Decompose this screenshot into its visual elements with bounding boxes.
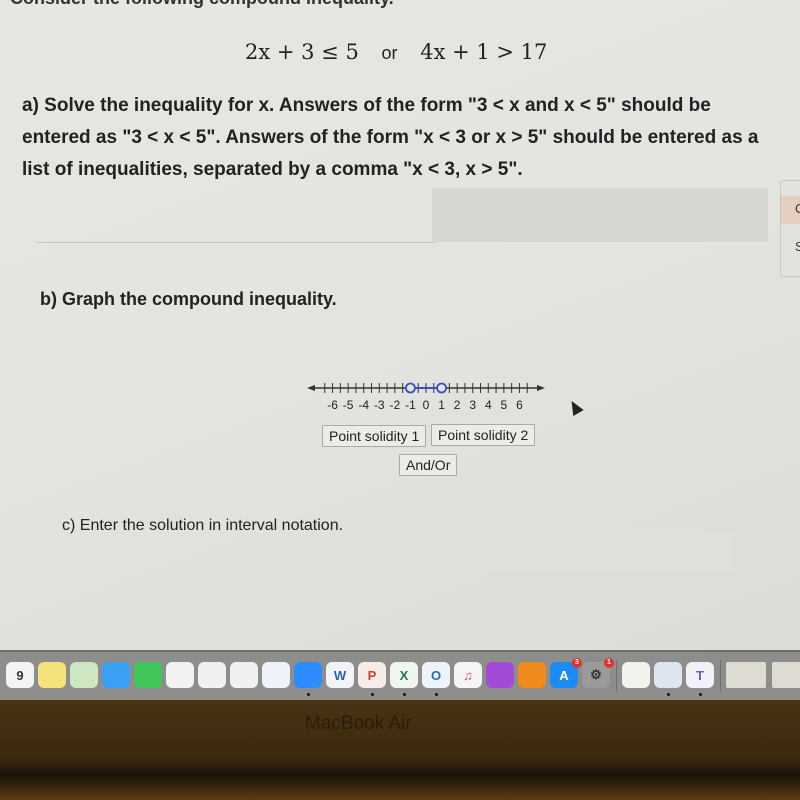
dock-calendar-icon[interactable]: 9 <box>6 662 34 688</box>
dock-separator <box>720 660 721 692</box>
notification-badge: 1 <box>604 658 614 668</box>
running-indicator <box>667 693 670 696</box>
and-or-button[interactable]: And/Or <box>399 454 458 476</box>
dock: 9 W P X O ♫ A 3 ⚙ 1 T <box>0 650 800 702</box>
part-c-answer-input[interactable] <box>395 530 735 572</box>
number-line[interactable]: -6 -5 -4 -3 -2 -1 0 1 2 3 4 5 6 <box>305 378 555 418</box>
dock-music-icon[interactable]: ♫ <box>454 662 482 688</box>
dock-teams-icon[interactable]: T <box>686 662 714 688</box>
side-panel-label-1: C <box>795 201 800 216</box>
dock-word-icon[interactable]: W <box>326 662 354 688</box>
inequality-left: 2x + 3 ≤ 5 <box>245 40 359 64</box>
number-line-tick-label: -6 <box>327 398 338 412</box>
laptop-brand-label: MacBook Air <box>305 713 412 734</box>
dock-keynote-icon[interactable] <box>262 662 290 688</box>
part-b-instructions: b) Graph the compound inequality. <box>40 289 337 309</box>
dock-facetime-icon[interactable] <box>134 662 162 688</box>
point-solidity-2-button[interactable]: Point solidity 2 <box>431 424 536 446</box>
point-solidity-1-button[interactable]: Point solidity 1 <box>322 425 427 447</box>
dock-window-thumb-2-icon[interactable] <box>772 662 800 688</box>
part-c-instructions: c) Enter the solution in interval notati… <box>62 517 344 534</box>
part-a-instructions: a) Solve the inequality for x. Answers o… <box>22 95 759 180</box>
running-indicator <box>371 693 374 696</box>
inequality-connector: or <box>381 43 398 63</box>
problem-intro: Consider the following compound inequali… <box>10 0 394 9</box>
number-line-tick-label: -1 <box>405 398 416 412</box>
dock-zoom-icon[interactable] <box>294 662 322 688</box>
number-line-tick-label: 0 <box>423 398 430 412</box>
number-line-tick-label: -2 <box>390 398 401 412</box>
dock-outlook-icon[interactable]: O <box>422 662 450 688</box>
dock-textedit-icon[interactable] <box>622 662 650 688</box>
number-line-tick-label: -4 <box>358 398 369 412</box>
running-indicator <box>403 693 406 696</box>
number-line-tick-label: 4 <box>485 398 492 412</box>
dock-books-icon[interactable] <box>518 662 546 688</box>
right-arrow-icon <box>537 385 545 391</box>
dock-excel-icon[interactable]: X <box>390 662 418 688</box>
dock-photos-icon[interactable] <box>166 662 194 688</box>
dock-maps-icon[interactable] <box>70 662 98 688</box>
running-indicator <box>699 693 702 696</box>
divider <box>36 242 436 243</box>
browser-screen: Consider the following compound inequali… <box>0 0 800 655</box>
left-arrow-icon <box>307 385 315 391</box>
dock-window-thumb-1-icon[interactable] <box>726 662 766 688</box>
notification-badge: 3 <box>572 658 582 668</box>
number-line-tick-label: -5 <box>343 398 354 412</box>
part-a-answer-input[interactable] <box>432 188 768 242</box>
dock-notes-icon[interactable] <box>38 662 66 688</box>
dock-app-store-icon[interactable]: A3 <box>550 658 582 688</box>
dock-preview-icon[interactable] <box>654 662 682 688</box>
dock-numbers-icon[interactable] <box>230 662 258 688</box>
dock-system-preferences-icon[interactable]: ⚙ 1 <box>582 658 614 688</box>
dock-separator <box>616 660 617 692</box>
number-line-tick-label: 3 <box>469 398 476 412</box>
endpoint-open-circle[interactable] <box>436 382 447 394</box>
side-panel-label-2: S <box>795 239 800 254</box>
number-line-tick-label: 2 <box>454 398 461 412</box>
inequality-right: 4x + 1 > 17 <box>420 40 548 64</box>
running-indicator <box>435 693 438 696</box>
dock-podcasts-icon[interactable] <box>486 662 514 688</box>
dock-script-editor-icon[interactable] <box>198 662 226 688</box>
endpoint-open-circle[interactable] <box>405 382 416 394</box>
mouse-cursor-icon <box>566 397 584 417</box>
number-line-tick-label: 5 <box>501 398 508 412</box>
running-indicator <box>307 693 310 696</box>
side-panel[interactable]: C S <box>780 180 800 277</box>
number-line-tick-label: 1 <box>438 398 445 412</box>
number-line-tick-label: 6 <box>516 398 523 412</box>
dock-messages-icon[interactable] <box>102 662 130 688</box>
number-line-tick-label: -3 <box>374 398 385 412</box>
dock-powerpoint-icon[interactable]: P <box>358 662 386 688</box>
compound-inequality: 2x + 3 ≤ 5 or 4x + 1 > 17 <box>245 40 547 64</box>
